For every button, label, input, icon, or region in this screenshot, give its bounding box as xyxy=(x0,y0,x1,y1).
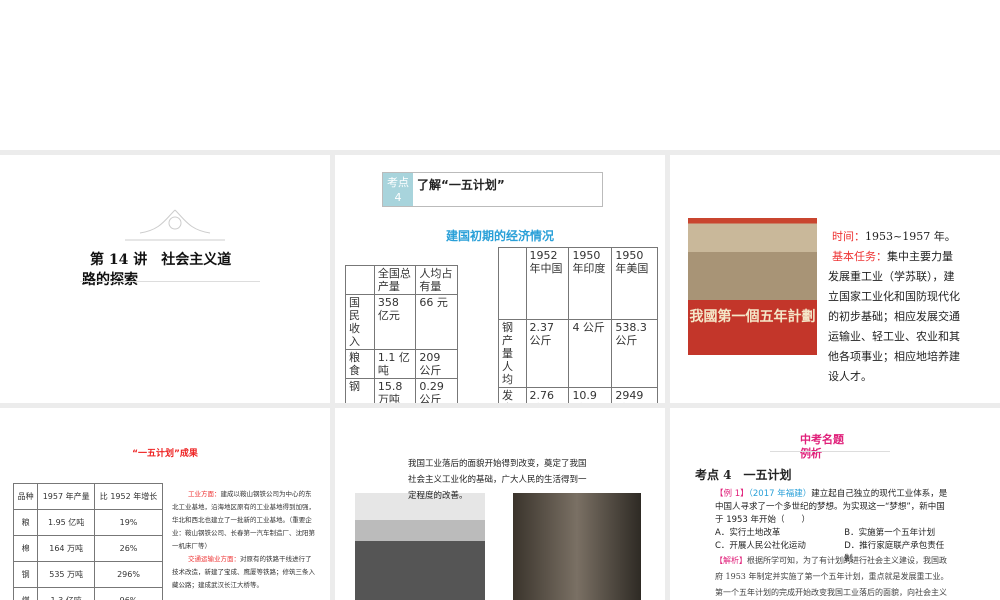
table-cell: 人均占有量 xyxy=(415,265,458,295)
table-cell: 1957 年产量 xyxy=(37,483,96,510)
table-cell: 96% xyxy=(94,587,163,600)
text: 建成以鞍山钢铁公司为中心的东北工业基地，沿海地区原有的工业基地得到加强，华北和西… xyxy=(172,490,315,550)
text: 中考名题 xyxy=(800,433,844,446)
table-cell: 钢 xyxy=(345,378,375,403)
table-cell: 164 万吨 xyxy=(37,535,96,562)
lecture-title-line1: 第 14 讲 社会主义道 xyxy=(90,252,232,268)
table-cell: 358 亿元 xyxy=(373,294,417,350)
comparison-table: 1952 年中国 1950 年印度 1950 年美国 钢产量人均 2.37 公斤 4 公… xyxy=(498,247,658,403)
table-cell: 19% xyxy=(94,509,163,536)
option-a[interactable]: A．实行土地改革 xyxy=(715,527,844,540)
editor-blank-area xyxy=(0,0,1000,150)
results-text: 工业方面：建成以鞍山钢铁公司为中心的东北工业基地，沿海地区原有的工业基地得到加强… xyxy=(172,488,317,592)
table-cell: 比 1952 年增长 xyxy=(94,483,163,510)
table-cell: 棉 xyxy=(12,535,39,562)
bridge-photo xyxy=(355,493,485,600)
table-cell: 1950 年印度 xyxy=(568,247,613,320)
table-cell: 2.37 公斤 xyxy=(525,319,570,388)
table-cell: 4 公斤 xyxy=(568,319,613,388)
table-cell: 2949 千瓦 xyxy=(611,387,658,403)
text: 交通运输业方面： xyxy=(188,555,240,563)
text: 例析 xyxy=(800,447,822,460)
table-cell: 1952 年中国 xyxy=(525,247,570,320)
text: 【解析】 xyxy=(715,556,747,565)
text: 1953~1957 年。 xyxy=(865,230,956,243)
slide-4-thumbnail[interactable]: “一五计划”成果 品种 1957 年产量比 1952 年增长 粮 1.95 亿吨 19… xyxy=(0,408,330,600)
exam-banner: 中考名题 例析 xyxy=(800,433,844,461)
economy-table: 全国总产量 人均占有量 国民收入 358 亿元 66 元 粮食 1.1 亿吨 209 公斤… xyxy=(345,265,458,403)
table-cell xyxy=(345,265,375,295)
table-cell: 66 元 xyxy=(415,294,458,350)
table-cell: 全国总产量 xyxy=(373,265,417,295)
factory-photo xyxy=(513,493,641,600)
table-cell: 粮 xyxy=(12,509,39,536)
table-cell: 煤 xyxy=(12,587,39,600)
slide-1-thumbnail[interactable]: 第 14 讲 社会主义道 路的探索 xyxy=(0,155,330,403)
results-table: 品种 1957 年产量比 1952 年增长 粮 1.95 亿吨 19% 棉 164 万吨… xyxy=(12,483,163,600)
divider xyxy=(770,451,890,452)
text: （2017 年福建） xyxy=(748,489,812,499)
table-cell: 0.29 公斤 xyxy=(415,378,458,403)
table-cell: 296% xyxy=(94,561,163,588)
table-cell: 钢产量人均 xyxy=(498,319,527,388)
table-cell xyxy=(498,247,527,320)
text: 时间： xyxy=(832,230,865,243)
text: 【例 1】 xyxy=(715,489,749,499)
divider xyxy=(80,281,260,282)
slide-2-thumbnail[interactable]: 考点 4 了解“一五计划” 建国初期的经济情况 全国总产量 人均占有量 国民收入 3… xyxy=(335,155,665,403)
slide-3-thumbnail[interactable]: 我國第一個五年計劃 时间：1953~1957 年。 基本任务：集中主要力量发展重… xyxy=(670,155,1000,403)
text: 工业方面： xyxy=(188,490,221,498)
table-cell: 15.8 万吨 xyxy=(373,378,417,403)
topic-heading: 了解“一五计划” xyxy=(417,178,505,192)
table-cell: 1.3 亿吨 xyxy=(37,587,96,600)
topic-box: 考点 4 了解“一五计划” xyxy=(382,172,603,207)
topic-heading: 考点 4 一五计划 xyxy=(695,468,792,482)
table-cell: 粮食 xyxy=(345,349,375,379)
lecture-title-line2: 路的探索 xyxy=(82,272,138,288)
table-cell: 1.1 亿吨 xyxy=(373,349,417,379)
table-cell: 10.9 千瓦 xyxy=(568,387,613,403)
table-cell: 538.3 公斤 xyxy=(611,319,658,388)
text: 基本任务： xyxy=(832,250,887,263)
table-cell: 钢 xyxy=(12,561,39,588)
topic-badge: 考点 4 xyxy=(383,173,413,206)
option-b[interactable]: B．实施第一个五年计划 xyxy=(844,527,950,540)
table-cell: 2.76 千瓦 xyxy=(525,387,570,403)
table-cell: 209 公斤 xyxy=(415,349,458,379)
summary-text: 我国工业落后的面貌开始得到改变，奠定了我国社会主义工业化的基础，广大人民的生活得… xyxy=(408,459,587,501)
plan-description: 时间：1953~1957 年。 基本任务：集中主要力量发展重工业（学苏联），建立… xyxy=(828,227,963,387)
slide-subtitle: 建国初期的经济情况 xyxy=(445,229,554,243)
table-cell: 535 万吨 xyxy=(37,561,96,588)
text: 根据所学可知，为了有计划的进行社会主义建设，我国政府 1953 年制定并实施了第… xyxy=(715,556,949,597)
table-cell: 品种 xyxy=(12,483,39,510)
slide-title: “一五计划”成果 xyxy=(132,449,198,459)
slide-5-thumbnail[interactable]: 我国工业落后的面貌开始得到改变，奠定了我国社会主义工业化的基础，广大人民的生活得… xyxy=(335,408,665,600)
slide-sorter-grid: 第 14 讲 社会主义道 路的探索 考点 4 了解“一五计划” 建国初期的经济情… xyxy=(0,150,1000,600)
text: 集中主要力量发展重工业（学苏联），建立国家工业化和国防现代化的初步基础；相应发展… xyxy=(828,250,960,383)
slide-6-thumbnail[interactable]: 中考名题 例析 考点 4 一五计划 【例 1】（2017 年福建）建立起自己独立的… xyxy=(670,408,1000,600)
table-cell: 国民收入 xyxy=(345,294,375,350)
table-cell: 发电量人均 xyxy=(498,387,527,403)
table-cell: 1.95 亿吨 xyxy=(37,509,96,536)
poster-image: 我國第一個五年計劃 xyxy=(688,218,817,355)
analysis-text: 【解析】根据所学可知，为了有计划的进行社会主义建设，我国政府 1953 年制定并… xyxy=(715,553,950,600)
table-cell: 1950 年美国 xyxy=(611,247,658,320)
text: 我國第一個五年計劃 xyxy=(689,309,816,325)
ornament-icon xyxy=(125,209,225,241)
table-cell: 26% xyxy=(94,535,163,562)
